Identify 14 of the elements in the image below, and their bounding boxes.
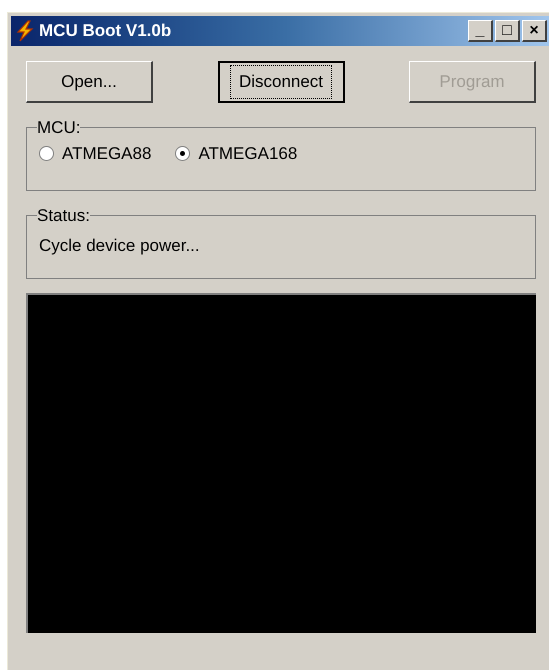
window-title: MCU Boot V1.0b (39, 20, 172, 42)
maximize-button[interactable]: □ (495, 20, 520, 42)
radio-option[interactable]: ATMEGA88 (39, 140, 152, 166)
group-label: MCU: (37, 117, 80, 139)
lightning-icon (14, 20, 36, 42)
radio-option[interactable]: ATMEGA168 (175, 140, 298, 166)
group-label: Status: (37, 205, 90, 227)
push-button[interactable]: Open... (26, 61, 153, 103)
close-button[interactable]: × (522, 20, 547, 42)
minimize-button[interactable]: _ (468, 20, 493, 42)
radio-icon[interactable] (175, 146, 190, 161)
status-text: Cycle device power... (39, 234, 201, 256)
radio-icon[interactable] (39, 146, 54, 161)
push-button[interactable]: Disconnect (218, 61, 344, 103)
